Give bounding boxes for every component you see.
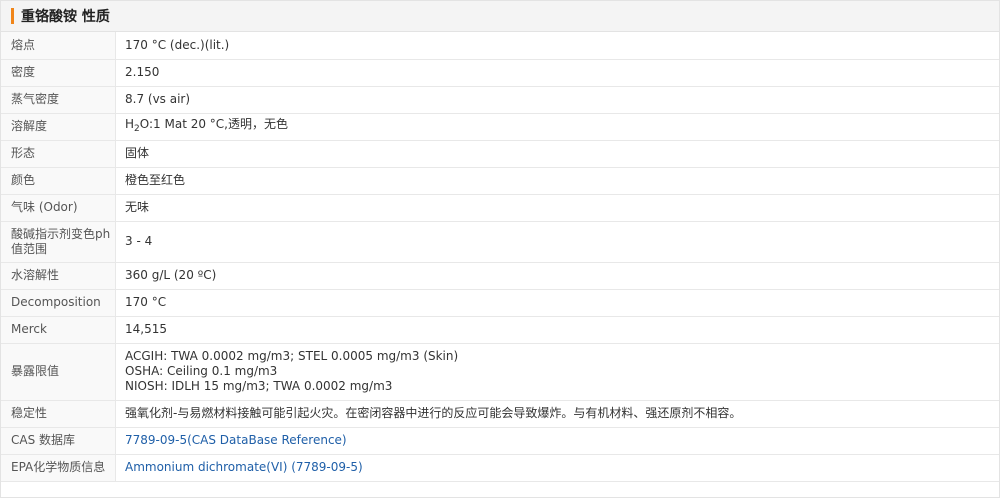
cas-database-link[interactable]: 7789-09-5(CAS DataBase Reference) <box>125 433 347 447</box>
row-label-density: 密度 <box>1 59 116 87</box>
row-label-stability: 稳定性 <box>1 400 116 428</box>
row-value-color: 橙色至红色 <box>115 167 999 195</box>
row-value-form: 固体 <box>115 140 999 168</box>
table-row: 形态 固体 <box>1 140 999 168</box>
row-label-form: 形态 <box>1 140 116 168</box>
row-label-color: 颜色 <box>1 167 116 195</box>
table-row: 气味 (Odor) 无味 <box>1 194 999 222</box>
table-row: 颜色 橙色至红色 <box>1 167 999 195</box>
row-value-exposure-limits: ACGIH: TWA 0.0002 mg/m3; STEL 0.0005 mg/… <box>115 343 999 401</box>
properties-panel: 重铬酸铵 性质 熔点 170 °C (dec.)(lit.) 密度 2.150 … <box>0 0 1000 498</box>
row-label-water-solubility: 水溶解性 <box>1 262 116 290</box>
row-value-epa-info: Ammonium dichromate(VI) (7789-09-5) <box>115 454 999 482</box>
exposure-line-osha: OSHA: Ceiling 0.1 mg/m3 <box>125 364 278 378</box>
row-label-odor: 气味 (Odor) <box>1 194 116 222</box>
formula-part: H <box>125 116 135 131</box>
row-label-merck: Merck <box>1 316 116 344</box>
row-label-epa-info: EPA化学物质信息 <box>1 454 116 482</box>
section-header: 重铬酸铵 性质 <box>1 1 999 32</box>
table-row: 溶解度 H2O:1 Mat 20 °C,透明，无色 <box>1 113 999 141</box>
table-row: 酸碱指示剂变色ph值范围 3 - 4 <box>1 221 999 263</box>
row-label-exposure-limits: 暴露限值 <box>1 343 116 401</box>
row-label-decomposition: Decomposition <box>1 289 116 317</box>
row-value-solubility: H2O:1 Mat 20 °C,透明，无色 <box>115 113 999 141</box>
row-value-decomposition: 170 °C <box>115 289 999 317</box>
properties-table: 熔点 170 °C (dec.)(lit.) 密度 2.150 蒸气密度 8.7… <box>1 32 999 482</box>
row-value-odor: 无味 <box>115 194 999 222</box>
row-value-melting-point: 170 °C (dec.)(lit.) <box>115 32 999 60</box>
row-label-cas-database: CAS 数据库 <box>1 427 116 455</box>
table-row: EPA化学物质信息 Ammonium dichromate(VI) (7789-… <box>1 454 999 482</box>
row-label-melting-point: 熔点 <box>1 32 116 60</box>
table-row: 暴露限值 ACGIH: TWA 0.0002 mg/m3; STEL 0.000… <box>1 343 999 401</box>
row-value-stability: 强氧化剂-与易燃材料接触可能引起火灾。在密闭容器中进行的反应可能会导致爆炸。与有… <box>115 400 999 428</box>
row-label-solubility: 溶解度 <box>1 113 116 141</box>
table-row: 密度 2.150 <box>1 59 999 87</box>
table-row: Merck 14,515 <box>1 316 999 344</box>
exposure-line-niosh: NIOSH: IDLH 15 mg/m3; TWA 0.0002 mg/m3 <box>125 379 393 393</box>
row-value-density: 2.150 <box>115 59 999 87</box>
row-value-water-solubility: 360 g/L (20 ºC) <box>115 262 999 290</box>
table-row: CAS 数据库 7789-09-5(CAS DataBase Reference… <box>1 427 999 455</box>
row-value-ph-range: 3 - 4 <box>115 221 999 263</box>
accent-bar <box>11 8 14 24</box>
exposure-line-acgih: ACGIH: TWA 0.0002 mg/m3; STEL 0.0005 mg/… <box>125 349 459 363</box>
row-value-merck: 14,515 <box>115 316 999 344</box>
row-label-vapor-density: 蒸气密度 <box>1 86 116 114</box>
epa-info-link[interactable]: Ammonium dichromate(VI) (7789-09-5) <box>125 460 363 474</box>
table-row: 水溶解性 360 g/L (20 ºC) <box>1 262 999 290</box>
row-value-cas-database: 7789-09-5(CAS DataBase Reference) <box>115 427 999 455</box>
row-label-ph-range: 酸碱指示剂变色ph值范围 <box>1 221 116 263</box>
table-row: Decomposition 170 °C <box>1 289 999 317</box>
row-value-vapor-density: 8.7 (vs air) <box>115 86 999 114</box>
table-row: 蒸气密度 8.7 (vs air) <box>1 86 999 114</box>
formula-rest: O:1 Mat 20 °C,透明，无色 <box>139 116 288 131</box>
table-row: 熔点 170 °C (dec.)(lit.) <box>1 32 999 60</box>
section-title: 重铬酸铵 性质 <box>21 9 110 25</box>
table-row: 稳定性 强氧化剂-与易燃材料接触可能引起火灾。在密闭容器中进行的反应可能会导致爆… <box>1 400 999 428</box>
